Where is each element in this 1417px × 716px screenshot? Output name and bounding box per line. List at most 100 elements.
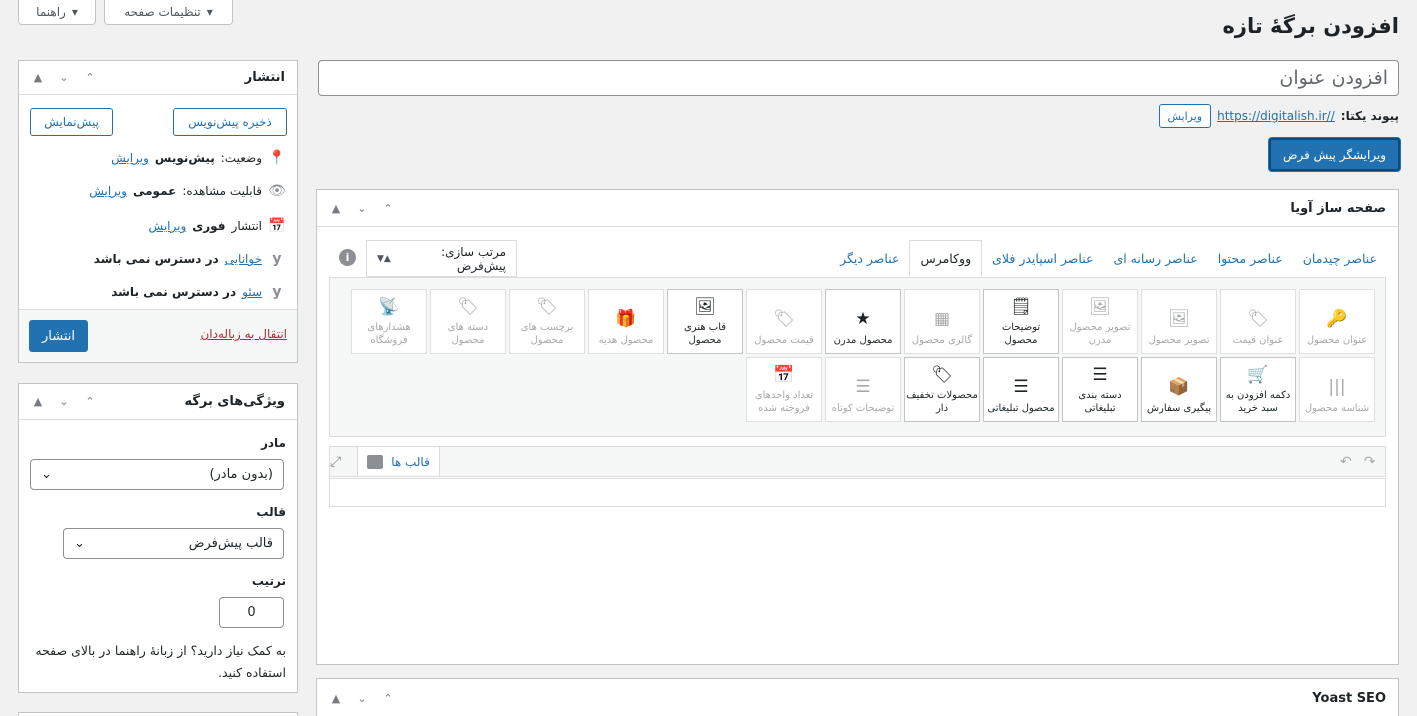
status-label: وضعیت: [220, 151, 262, 165]
chevron-down-icon: ▾ [206, 5, 213, 19]
element-icon: 🏷 [931, 364, 953, 385]
chevron-up-icon[interactable]: ⌃ [381, 202, 395, 215]
move-up-icon[interactable]: ▲ [31, 395, 45, 408]
tab-woocommerce[interactable]: ووکامرس [909, 240, 983, 276]
element-icon: 🏷 [773, 309, 795, 330]
builder-toolbar [329, 446, 1386, 477]
tab-other[interactable]: عناصر دیگر [830, 240, 909, 276]
element-tile[interactable]: 🏷 عنوان قیمت [1220, 289, 1296, 354]
element-tile[interactable]: ||| شناسه محصول [1299, 357, 1375, 422]
seo-link[interactable]: سئو [242, 285, 262, 299]
element-tile[interactable]: 🖼 تصویر محصول [1141, 289, 1217, 354]
chevron-down-icon[interactable]: ⌄ [355, 692, 369, 705]
element-label: محصولات تخفیف دار [906, 390, 978, 414]
element-tile[interactable]: 📅 تعداد واحدهای فروخته شده [746, 357, 822, 422]
next-sidebar-box [18, 712, 298, 716]
schedule-edit-link[interactable]: ویرایش [149, 219, 187, 233]
chevron-up-icon[interactable]: ⌃ [83, 395, 97, 408]
order-input[interactable]: 0 [219, 597, 284, 628]
chevron-down-icon[interactable]: ⌄ [57, 395, 71, 408]
box-controls: ▲ ⌄ ⌃ [329, 202, 395, 215]
move-up-icon[interactable]: ▲ [31, 71, 45, 84]
element-icon: 🗒 [1010, 296, 1032, 317]
element-tile[interactable]: 🏷 قیمت محصول [746, 289, 822, 354]
visibility-edit-link[interactable]: ویرایش [89, 184, 127, 198]
yoast-icon: y [272, 251, 282, 267]
element-label: هشدارهای فروشگاه [367, 322, 411, 346]
publish-button[interactable]: انتشار [29, 320, 88, 352]
default-editor-button[interactable]: ویرایشگر پیش فرض [1269, 138, 1400, 171]
redo-icon[interactable]: ↷ [1364, 454, 1376, 470]
element-tile[interactable]: 🛒 دکمه افزودن به سبد خرید [1220, 357, 1296, 422]
parent-select[interactable]: (بدون مادر) ⌄ [30, 459, 284, 490]
element-tile[interactable]: 🖼 قاب هنری محصول [667, 289, 743, 354]
title-placeholder: افزودن عنوان [1279, 67, 1388, 89]
screen-options-button[interactable]: ▾ تنظیمات صفحه [104, 0, 233, 25]
chevron-down-icon[interactable]: ⌄ [355, 202, 369, 215]
element-icon: 🖼 [1168, 309, 1190, 330]
element-label: گالری محصول [911, 334, 973, 346]
move-up-icon[interactable]: ▲ [329, 202, 343, 215]
chevron-up-icon[interactable]: ⌃ [83, 71, 97, 84]
element-tile[interactable]: ★ محصول مدرن [825, 289, 901, 354]
schedule-value: فوری [192, 219, 226, 233]
yoast-icon: y [272, 284, 282, 300]
element-tile[interactable]: ☰ دسته بندی تبلیغاتی [1062, 357, 1138, 422]
element-tile[interactable]: ☰ محصول تبلیغاتی [983, 357, 1059, 422]
element-tile[interactable]: 🖼 تصویر محصول مدرن [1062, 289, 1138, 354]
element-icon: 🎁 [615, 309, 637, 330]
element-icon: 🖼 [1089, 296, 1111, 317]
permalink-row: پیوند یکتا: https://digitalish.ir// ویرا… [1158, 104, 1399, 128]
element-tile[interactable]: 📡 هشدارهای فروشگاه [351, 289, 427, 354]
templates-label: قالب ها [391, 454, 430, 469]
trash-link[interactable]: انتقال به زباله‌دان [200, 327, 287, 341]
element-tile[interactable]: 🏷 برچسب های محصول [509, 289, 585, 354]
permalink-edit-button[interactable]: ویرایش [1158, 104, 1212, 128]
schedule-row: 📅 انتشار فوری ویرایش [149, 218, 286, 234]
sort-select-value: مرتب سازی: پیش‌فرض [441, 244, 506, 273]
undo-icon[interactable]: ↶ [1340, 454, 1352, 470]
sort-select[interactable]: مرتب سازی: پیش‌فرض ▲▼ [366, 240, 517, 277]
tab-content[interactable]: عناصر محتوا [1208, 240, 1293, 276]
templates-button[interactable]: قالب ها [357, 447, 440, 476]
page-title: افزودن برگهٔ تازه [1222, 14, 1399, 38]
element-label: تعداد واحدهای فروخته شده [754, 390, 814, 414]
chevron-down-icon[interactable]: ⌄ [57, 71, 71, 84]
save-draft-label: ذخیره پیش‌نویس [188, 115, 272, 129]
element-tile[interactable]: 🏷 دسته های محصول [430, 289, 506, 354]
status-row: 📍 وضعیت: پیش‌نویس ویرایش [111, 150, 286, 166]
builder-canvas[interactable] [329, 478, 1386, 507]
info-icon[interactable]: i [339, 249, 356, 266]
screen-options-label: تنظیمات صفحه [124, 5, 201, 19]
title-input[interactable]: افزودن عنوان [318, 60, 1399, 96]
element-tile[interactable]: 🔑 عنوان محصول [1299, 289, 1375, 354]
preview-button[interactable]: پیش‌نمایش [30, 108, 113, 136]
tab-spiderfly[interactable]: عناصر اسپایدر فلای [982, 240, 1103, 276]
permalink-label: پیوند یکتا: [1340, 109, 1399, 123]
status-edit-link[interactable]: ویرایش [111, 151, 149, 165]
default-editor-label: ویرایشگر پیش فرض [1282, 147, 1387, 162]
element-label: پیگیری سفارش [1146, 402, 1212, 414]
readability-link[interactable]: خوانایی [225, 252, 262, 266]
element-label: توضیحات محصول [1001, 322, 1041, 346]
help-button[interactable]: ▾ راهنما [18, 0, 96, 25]
permalink-url[interactable]: https://digitalish.ir// [1217, 109, 1335, 123]
element-tile[interactable]: 📦 پیگیری سفارش [1141, 357, 1217, 422]
template-select[interactable]: قالب پیش‌فرض ⌄ [63, 528, 284, 559]
tab-layout[interactable]: عناصر چیدمان [1293, 240, 1387, 276]
element-tile[interactable]: ▦ گالری محصول [904, 289, 980, 354]
tab-media[interactable]: عناصر رسانه ای [1103, 240, 1207, 276]
element-tile[interactable]: 🎁 محصول هدیه [588, 289, 664, 354]
element-tile[interactable]: ☰ توضیحات کوتاه [825, 357, 901, 422]
save-draft-button[interactable]: ذخیره پیش‌نویس [173, 108, 287, 136]
publish-button-label: انتشار [42, 328, 75, 344]
element-label: تصویر محصول [1148, 334, 1210, 346]
readability-value: در دسترس نمی باشد [93, 252, 219, 266]
fullscreen-icon[interactable]: ⤢ [330, 454, 341, 470]
element-tile[interactable]: 🗒 توضیحات محصول [983, 289, 1059, 354]
box-controls: ▲ ⌄ ⌃ [329, 692, 395, 705]
chevron-up-icon[interactable]: ⌃ [381, 692, 395, 705]
builder-header: صفحه ساز آویا ▲ ⌄ ⌃ [317, 190, 1398, 227]
move-up-icon[interactable]: ▲ [329, 692, 343, 705]
element-tile[interactable]: 🏷 محصولات تخفیف دار [904, 357, 980, 422]
